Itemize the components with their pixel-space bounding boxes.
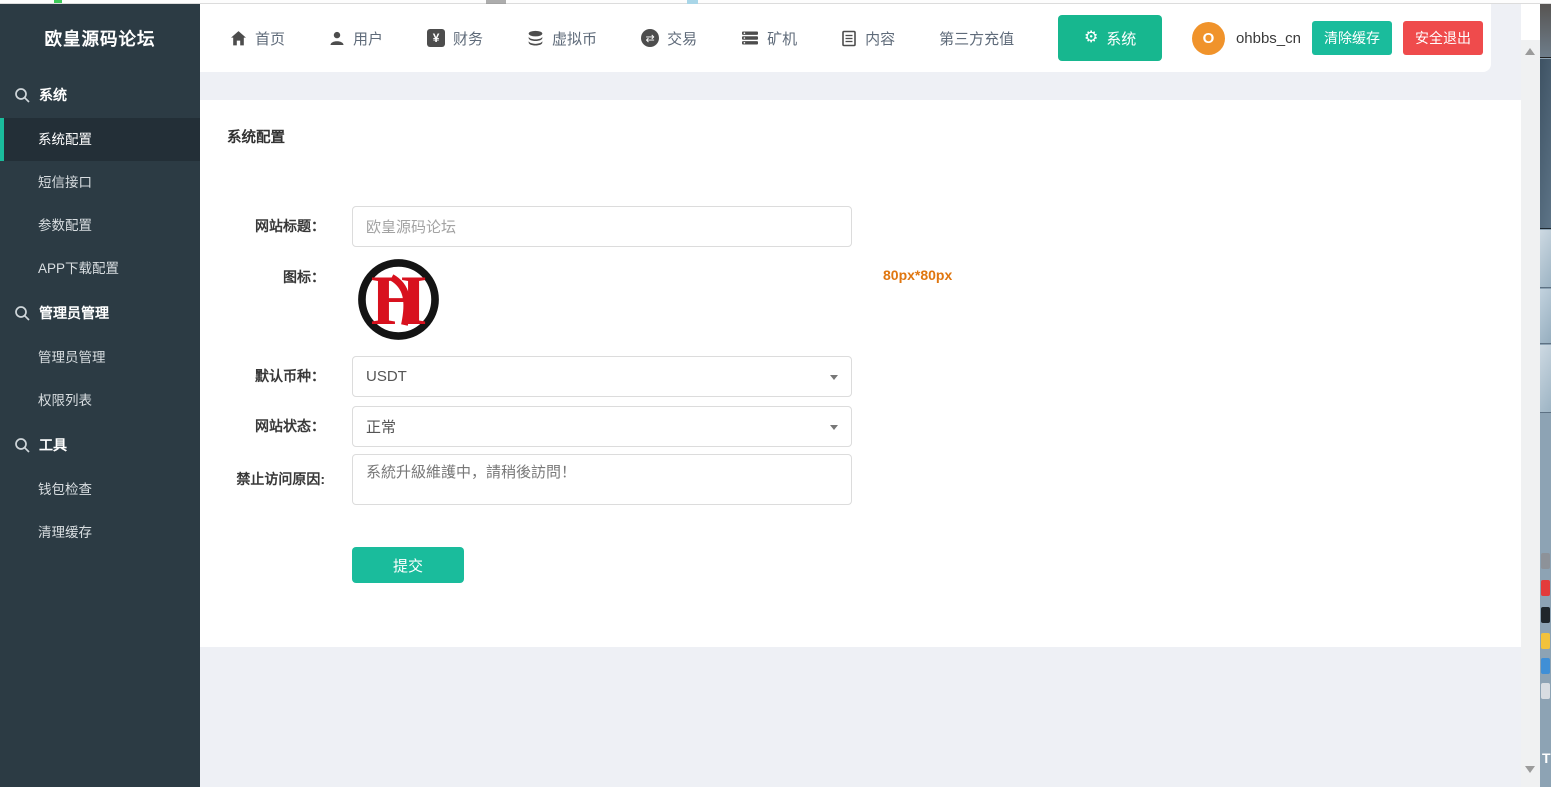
desktop-app-icon xyxy=(1541,580,1550,596)
sidebar-section-tools[interactable]: 工具 xyxy=(0,422,200,468)
desktop-app-icon xyxy=(1541,633,1550,649)
nav-item-label: 用户 xyxy=(353,28,383,49)
sidebar: 欧皇源码论坛 系统 系统配置 短信接口 参数配置 APP下载配置 管理员管理 管… xyxy=(0,4,200,787)
logout-button[interactable]: 安全退出 xyxy=(1403,21,1483,55)
desktop-panel xyxy=(1540,59,1551,229)
site-title-label: 网站标题： xyxy=(200,206,325,247)
desktop-app-icon xyxy=(1541,553,1550,569)
sidebar-item-wallet-check[interactable]: 钱包检查 xyxy=(0,468,200,511)
avatar: O xyxy=(1192,22,1225,55)
admin-screen: 欧皇源码论坛 系统 系统配置 短信接口 参数配置 APP下载配置 管理员管理 管… xyxy=(0,0,1551,787)
default-coin-select[interactable]: USDT xyxy=(352,356,852,397)
desktop-app-icon xyxy=(1541,658,1550,674)
sidebar-item-permission-list[interactable]: 权限列表 xyxy=(0,379,200,422)
nav-item-trade[interactable]: ⇄ 交易 xyxy=(641,28,697,49)
desktop-app-icon xyxy=(1541,607,1550,623)
icon-size-hint: 80px*80px xyxy=(883,267,952,283)
nav-item-crypto[interactable]: 虚拟币 xyxy=(527,28,597,49)
nav-item-thirdparty-recharge[interactable]: 第三方充值 xyxy=(939,28,1014,49)
nav-item-label: 第三方充值 xyxy=(939,28,1014,49)
nav-item-label: 内容 xyxy=(865,28,895,49)
nav-item-label: 首页 xyxy=(255,28,285,49)
desktop-panel xyxy=(1540,414,1551,787)
chevron-down-icon xyxy=(830,425,838,430)
desktop-edge-strip: T xyxy=(1540,0,1551,787)
site-title-input[interactable] xyxy=(352,206,852,247)
sidebar-item-param-config[interactable]: 参数配置 xyxy=(0,204,200,247)
nav-item-label: 矿机 xyxy=(767,28,797,49)
sidebar-item-admin-manage[interactable]: 管理员管理 xyxy=(0,336,200,379)
nav-item-content[interactable]: 内容 xyxy=(841,28,895,49)
desktop-partial-text: T xyxy=(1542,750,1551,766)
nav-item-label: 交易 xyxy=(667,28,697,49)
nav-item-label: 虚拟币 xyxy=(552,28,597,49)
user-icon xyxy=(329,30,345,47)
sidebar-item-system-config[interactable]: 系统配置 xyxy=(0,118,200,161)
browser-fragment xyxy=(486,0,506,4)
sidebar-section-label: 工具 xyxy=(39,435,67,455)
top-navbar: 首页 用户 ¥ 财务 虚拟币 ⇄ 交易 矿机 xyxy=(200,4,1491,72)
site-status-select[interactable]: 正常 xyxy=(352,406,852,447)
site-status-value: 正常 xyxy=(366,416,396,437)
gear-icon: ⚙ xyxy=(1084,30,1098,46)
search-icon xyxy=(14,87,30,103)
nav-item-users[interactable]: 用户 xyxy=(329,28,383,49)
sidebar-brand-title: 欧皇源码论坛 xyxy=(0,4,200,72)
sidebar-item-sms-api[interactable]: 短信接口 xyxy=(0,161,200,204)
desktop-panel xyxy=(1540,289,1551,344)
sidebar-section-label: 系统 xyxy=(39,85,67,105)
browser-fragment xyxy=(687,0,698,4)
nav-item-finance[interactable]: ¥ 财务 xyxy=(427,28,483,49)
browser-edge-sliver xyxy=(0,0,1551,4)
sidebar-item-app-download-config[interactable]: APP下载配置 xyxy=(0,247,200,290)
page-title: 系统配置 xyxy=(227,126,285,147)
submit-button[interactable]: 提交 xyxy=(352,547,464,583)
svg-text:H: H xyxy=(371,261,427,340)
nav-item-system-active[interactable]: ⚙ 系统 xyxy=(1058,15,1162,61)
desktop-panel xyxy=(1540,0,1551,58)
site-icon-label: 图标： xyxy=(200,267,325,287)
search-icon xyxy=(14,437,30,453)
desktop-panel xyxy=(1540,345,1551,413)
search-icon xyxy=(14,305,30,321)
chevron-down-icon xyxy=(830,375,838,380)
content-area: 首页 用户 ¥ 财务 虚拟币 ⇄ 交易 矿机 xyxy=(200,4,1521,787)
desktop-app-icon xyxy=(1541,683,1550,699)
default-coin-value: USDT xyxy=(366,368,407,385)
nav-item-miner[interactable]: 矿机 xyxy=(741,28,797,49)
page-scrollbar[interactable] xyxy=(1521,4,1540,787)
exchange-icon: ⇄ xyxy=(641,29,659,47)
document-icon xyxy=(841,30,857,47)
sidebar-section-admin[interactable]: 管理员管理 xyxy=(0,290,200,336)
site-status-label: 网站状态： xyxy=(200,406,325,447)
browser-fragment xyxy=(54,0,62,3)
scroll-down-arrow-icon[interactable] xyxy=(1525,766,1535,773)
sidebar-section-label: 管理员管理 xyxy=(39,303,109,323)
system-config-card: 系统配置 网站标题： 图标： H 80px*80px 默认币种： xyxy=(200,100,1521,647)
nav-item-label: 系统 xyxy=(1106,28,1136,49)
server-rack-icon xyxy=(741,30,759,46)
yen-badge-icon: ¥ xyxy=(427,29,445,47)
home-icon xyxy=(230,30,247,47)
nav-item-label: 财务 xyxy=(453,28,483,49)
desktop-panel xyxy=(1540,230,1551,288)
username-text: ohbbs_cn xyxy=(1236,30,1301,47)
sidebar-item-clear-cache[interactable]: 清理缓存 xyxy=(0,511,200,554)
navbar-user-area: O ohbbs_cn 清除缓存 安全退出 xyxy=(1192,21,1491,55)
nav-item-home[interactable]: 首页 xyxy=(230,28,285,49)
coins-stack-icon xyxy=(527,30,544,47)
forbid-reason-label: 禁止访问原因: xyxy=(200,454,325,505)
default-coin-label: 默认币种： xyxy=(200,356,325,397)
site-logo-image[interactable]: H xyxy=(356,257,441,342)
sidebar-section-system[interactable]: 系统 xyxy=(0,72,200,118)
scroll-up-arrow-icon[interactable] xyxy=(1525,48,1535,55)
forbid-reason-textarea[interactable]: 系統升級維護中，請稍後訪問！ xyxy=(352,454,852,505)
clear-cache-button[interactable]: 清除缓存 xyxy=(1312,21,1392,55)
scrollbar-track[interactable] xyxy=(1521,40,1540,787)
